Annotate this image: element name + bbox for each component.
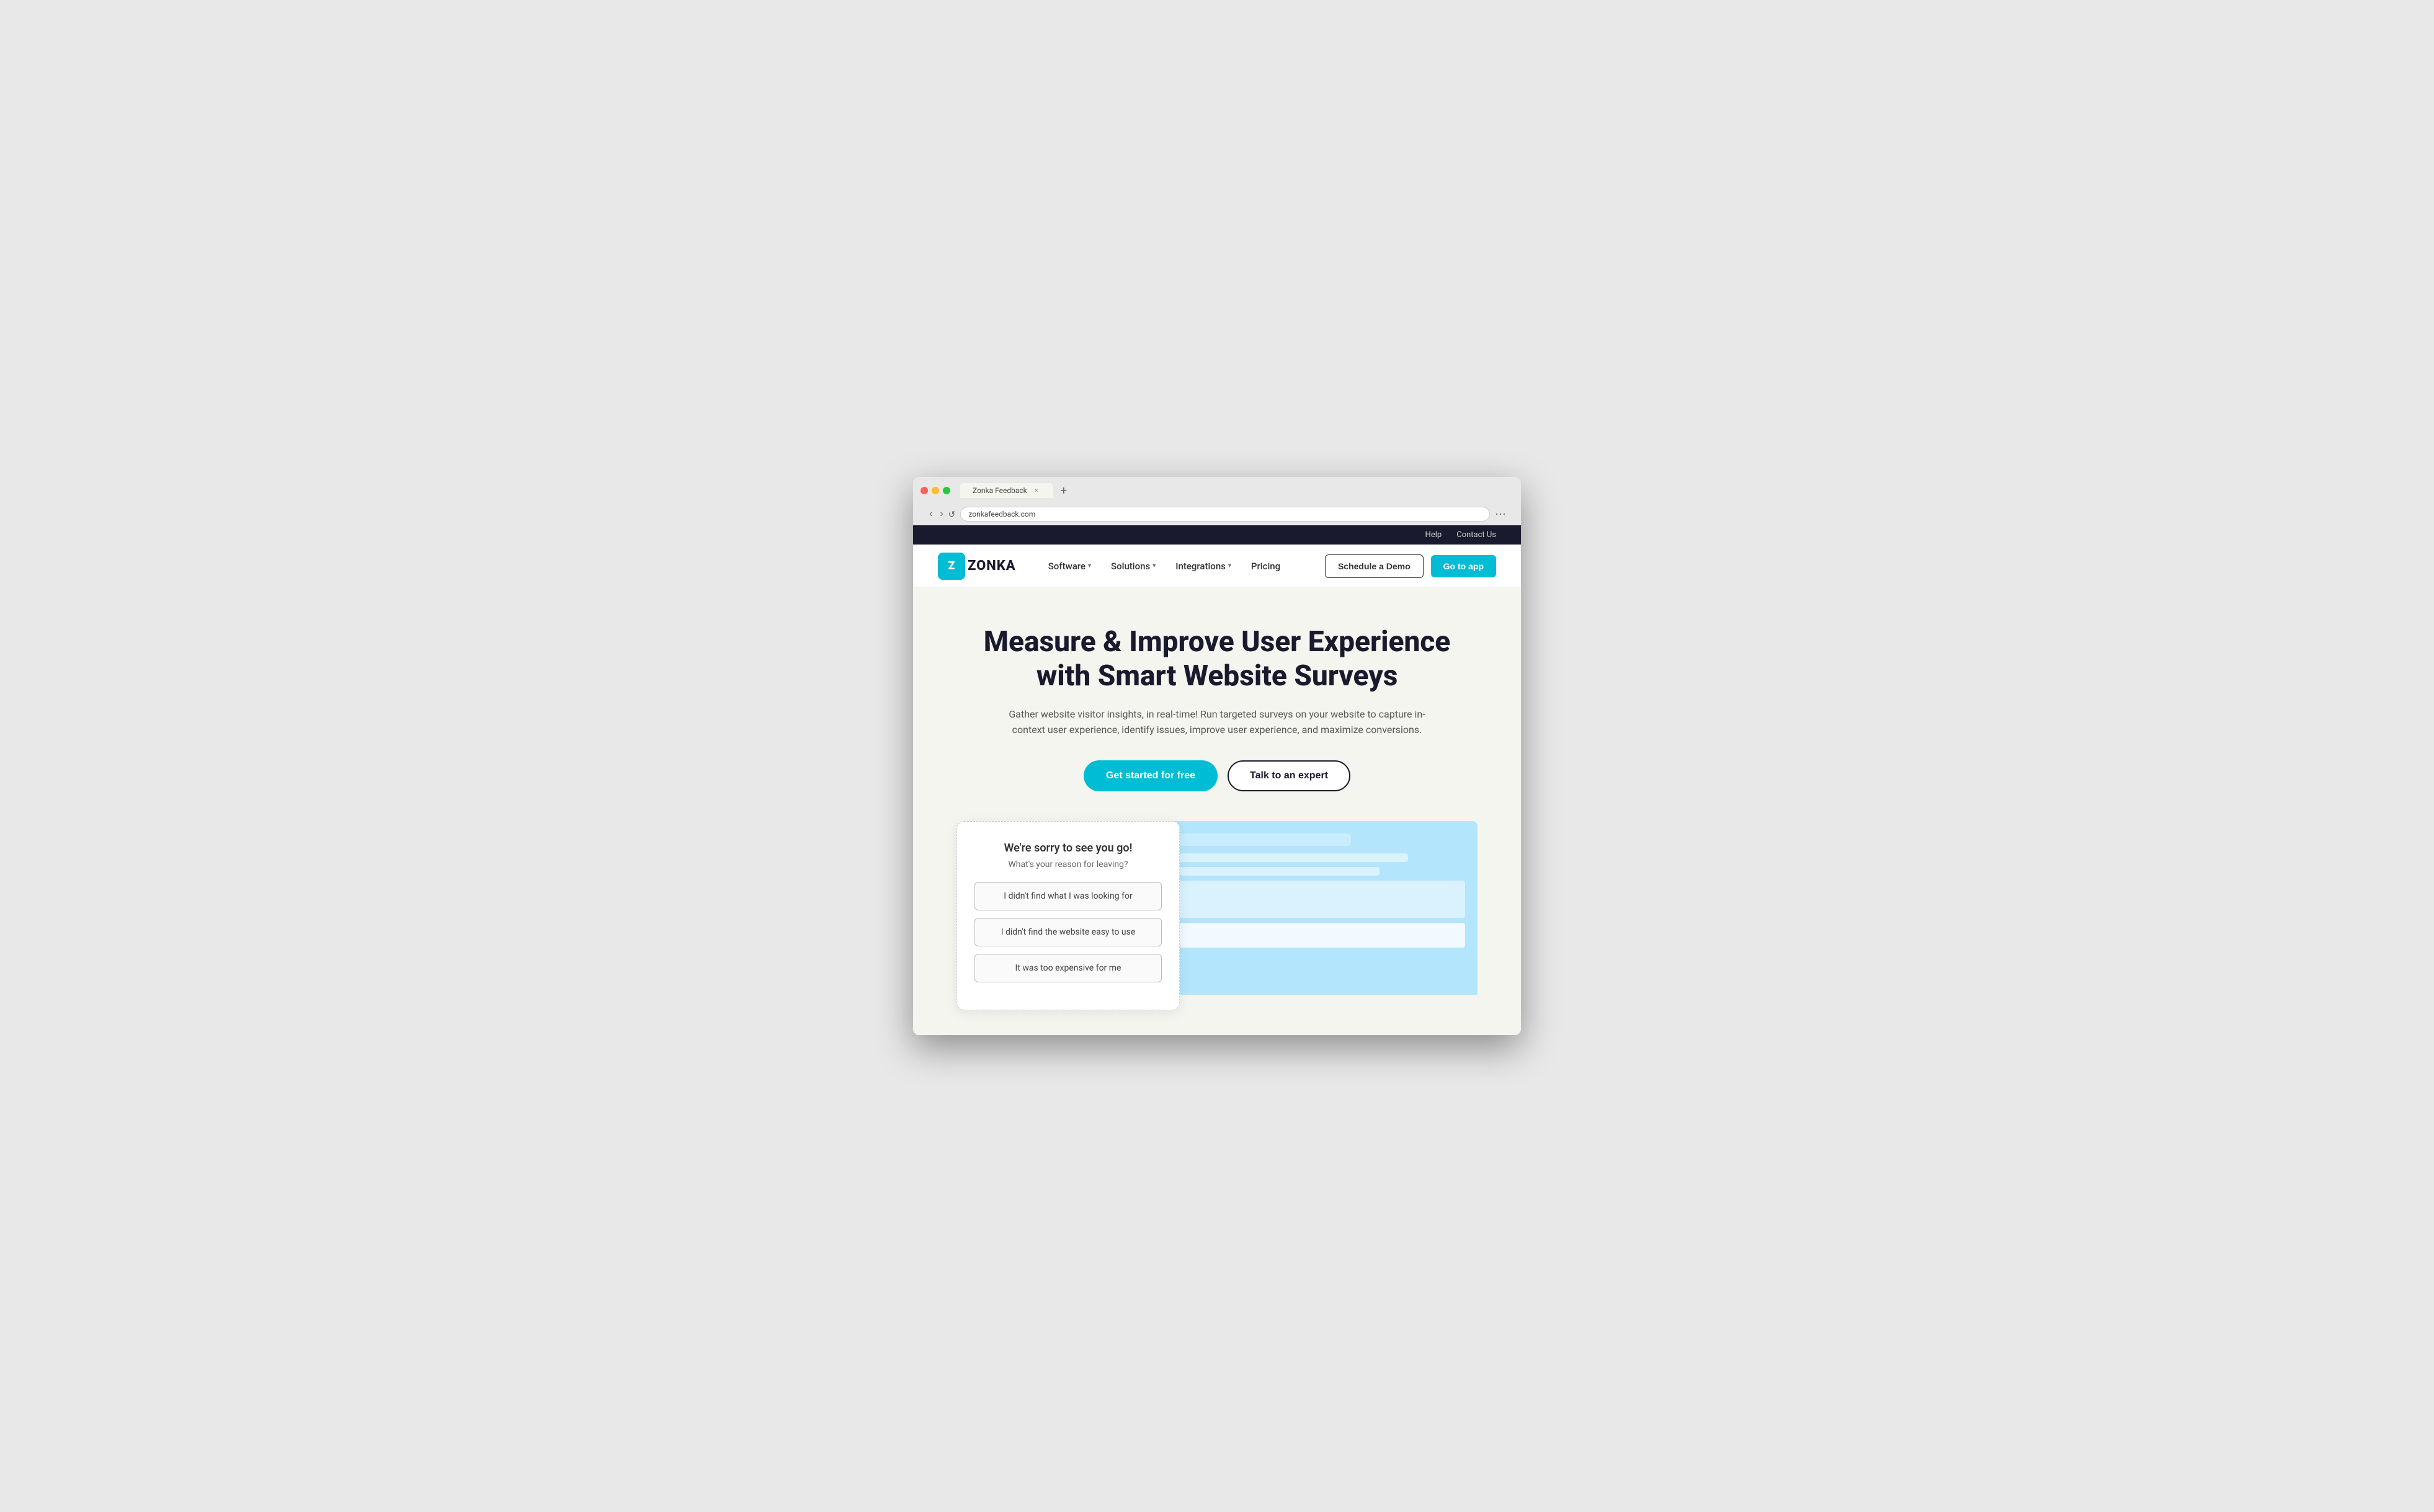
nav-buttons: ‹ › ↺ [927,507,955,521]
schedule-demo-button[interactable]: Schedule a Demo [1325,554,1424,578]
forward-button[interactable]: › [937,507,945,521]
nav-integrations[interactable]: Integrations ▾ [1168,556,1239,577]
software-label: Software [1048,561,1085,572]
site-content: Help Contact Us Z ZONKA Software ▾ Solut… [913,525,1521,1035]
address-bar[interactable]: zonkafeedback.com [960,507,1490,522]
integrations-label: Integrations [1175,561,1226,572]
hero-section: Measure & Improve User Experience with S… [913,588,1521,1035]
nav-links: Software ▾ Solutions ▾ Integrations ▾ Pr… [1041,556,1325,577]
nav-actions: Schedule a Demo Go to app [1325,554,1496,578]
nav-solutions[interactable]: Solutions ▾ [1103,556,1163,577]
minimize-button[interactable] [932,487,939,494]
demo-area: We're sorry to see you go! What's your r… [938,821,1496,1010]
top-bar: Help Contact Us [913,525,1521,545]
survey-option-2[interactable]: I didn't find the website easy to use [974,918,1162,946]
browser-window: Zonka Feedback × + ‹ › ↺ zonkafeedback.c… [913,477,1521,1035]
dash-content-2 [1180,867,1380,876]
software-arrow-icon: ▾ [1088,563,1091,569]
dash-header-bar [1180,834,1351,846]
browser-titlebar: Zonka Feedback × + [921,483,1513,498]
dash-bottom [1180,923,1465,948]
browser-tab[interactable]: Zonka Feedback × [960,483,1053,498]
solutions-label: Solutions [1111,561,1150,572]
dashboard-preview [1167,821,1478,995]
close-button[interactable] [921,487,928,494]
logo-icon: Z [938,553,965,580]
hero-buttons: Get started for free Talk to an expert [938,760,1496,791]
survey-title: We're sorry to see you go! [974,842,1162,855]
integrations-arrow-icon: ▾ [1228,563,1231,569]
survey-option-3[interactable]: It was too expensive for me [974,954,1162,982]
refresh-button[interactable]: ↺ [948,507,956,521]
new-tab-icon[interactable]: + [1061,484,1067,497]
help-link[interactable]: Help [1425,530,1442,540]
talk-to-expert-button[interactable]: Talk to an expert [1228,760,1350,791]
tab-title: Zonka Feedback [973,486,1027,495]
nav-software[interactable]: Software ▾ [1041,556,1099,577]
more-options-button[interactable]: ⋯ [1495,508,1507,521]
browser-toolbar: ‹ › ↺ zonkafeedback.com ⋯ [921,503,1513,525]
logo-letter: Z [948,559,955,572]
nav-pricing[interactable]: Pricing [1244,556,1288,577]
address-text: zonkafeedback.com [968,510,1035,518]
dash-content-1 [1180,853,1408,862]
browser-chrome: Zonka Feedback × + ‹ › ↺ zonkafeedback.c… [913,477,1521,525]
dash-content-3 [1180,881,1465,918]
pricing-label: Pricing [1251,561,1280,572]
hero-title: Measure & Improve User Experience with S… [981,625,1453,693]
main-nav: Z ZONKA Software ▾ Solutions ▾ Integrati… [913,545,1521,588]
contact-link[interactable]: Contact Us [1456,530,1496,540]
traffic-lights [921,487,950,494]
survey-card: We're sorry to see you go! What's your r… [956,821,1180,1010]
survey-option-1[interactable]: I didn't find what I was looking for [974,882,1162,910]
logo-text: ZONKA [968,558,1016,574]
logo[interactable]: Z ZONKA [938,553,1016,580]
maximize-button[interactable] [943,487,950,494]
solutions-arrow-icon: ▾ [1152,563,1156,569]
go-to-app-button[interactable]: Go to app [1431,555,1496,577]
get-started-button[interactable]: Get started for free [1084,760,1218,791]
hero-subtitle: Gather website visitor insights, in real… [1006,706,1428,738]
survey-question: What's your reason for leaving? [974,860,1162,869]
back-button[interactable]: ‹ [927,507,935,521]
tab-close-icon[interactable]: × [1032,486,1041,495]
